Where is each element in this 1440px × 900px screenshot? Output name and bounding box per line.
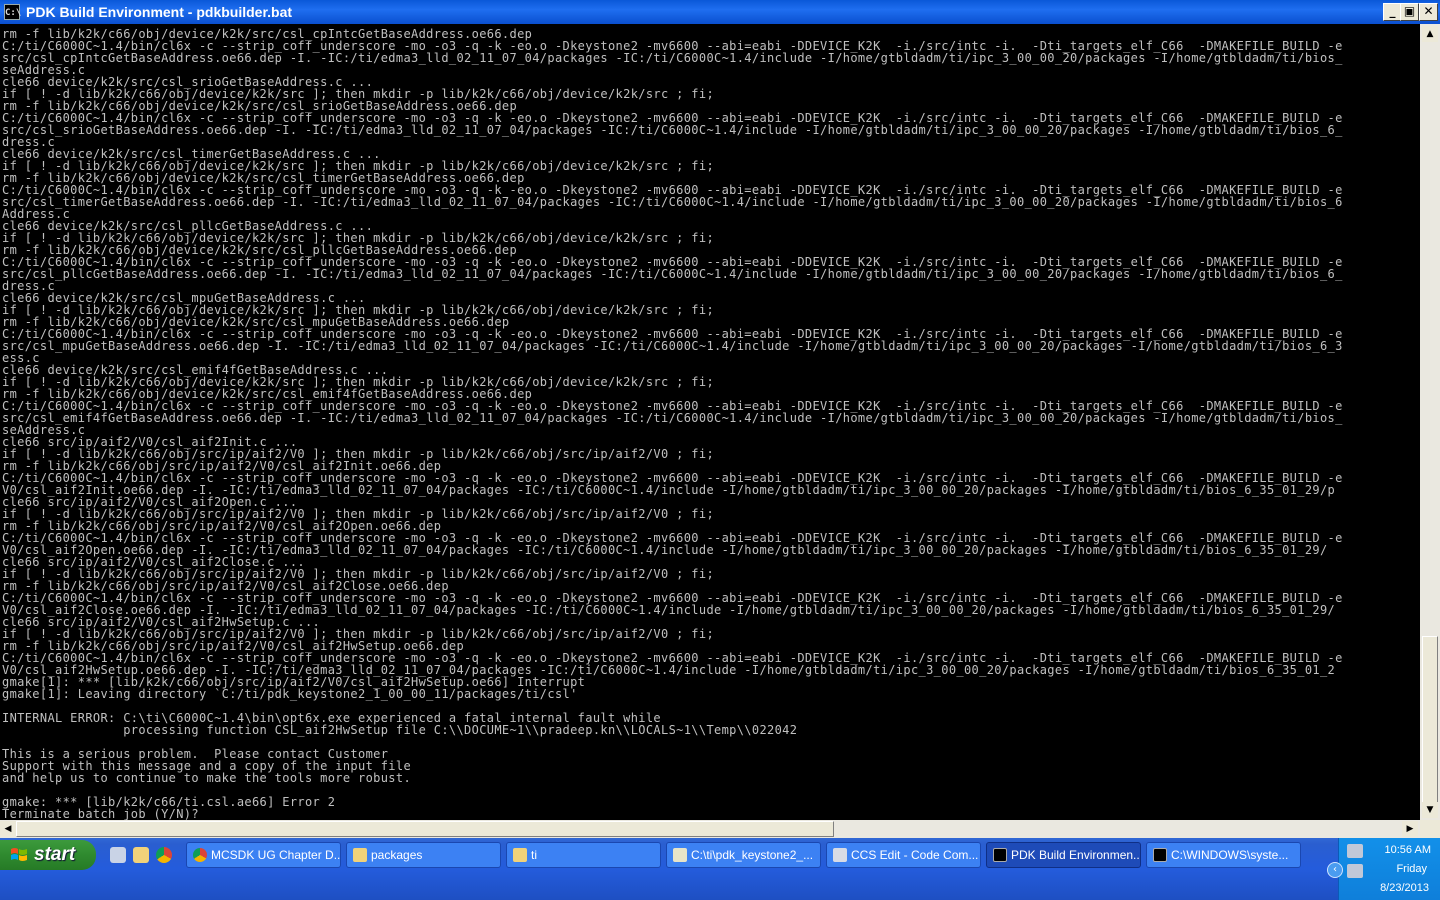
scroll-right-icon[interactable]: ▶ (1402, 821, 1418, 837)
start-label: start (34, 844, 76, 865)
folder-icon (353, 848, 367, 862)
windows-logo-icon (11, 848, 27, 861)
scroll-left-icon[interactable]: ◀ (0, 821, 16, 837)
system-tray: ‹ 10:56 AM Friday 8/23/2013 (1327, 838, 1440, 900)
cmd-icon (1153, 848, 1167, 862)
folder-icon[interactable] (133, 847, 149, 863)
task-label: CCS Edit - Code Com... (851, 848, 979, 862)
notepad-icon (673, 848, 687, 862)
task-button-pdk-build[interactable]: PDK Build Environmen... (986, 842, 1141, 868)
task-label: C:\ti\pdk_keystone2_... (691, 848, 814, 862)
clock-date: 8/23/2013 (1380, 882, 1429, 894)
window-title: PDK Build Environment - pdkbuilder.bat (26, 4, 293, 20)
horizontal-scrollbar[interactable]: ◀ ▶ (0, 820, 1420, 838)
title-bar[interactable]: C:\ PDK Build Environment - pdkbuilder.b… (0, 0, 1440, 24)
clock-time[interactable]: 10:56 AM (1339, 844, 1440, 856)
task-button-ti[interactable]: ti (506, 842, 661, 868)
clock-day: Friday (1396, 863, 1427, 875)
scroll-down-icon[interactable]: ▼ (1422, 802, 1438, 818)
task-button-chrome[interactable]: MCSDK UG Chapter D... (186, 842, 341, 868)
task-label: packages (371, 848, 423, 862)
task-label: PDK Build Environmen... (1011, 848, 1141, 862)
horizontal-scroll-thumb[interactable] (16, 821, 834, 837)
task-button-packages[interactable]: packages (346, 842, 501, 868)
close-button[interactable]: ✕ (1419, 3, 1438, 21)
scrollbar-corner (1420, 820, 1440, 838)
maximize-button[interactable]: ▣ (1400, 3, 1419, 21)
console-text: rm -f lib/k2k/c66/obj/device/k2k/src/csl… (2, 27, 1343, 820)
task-label: ti (531, 848, 537, 862)
cube-icon[interactable] (110, 847, 126, 863)
task-label: MCSDK UG Chapter D... (211, 848, 341, 862)
taskbar: start MCSDK UG Chapter D... packages ti … (0, 838, 1440, 900)
task-label: C:\WINDOWS\syste... (1171, 848, 1289, 862)
task-button-notepad[interactable]: C:\ti\pdk_keystone2_... (666, 842, 821, 868)
folder-icon (513, 848, 527, 862)
vertical-scrollbar[interactable]: ▲ ▼ (1420, 24, 1440, 820)
scroll-up-icon[interactable]: ▲ (1422, 26, 1438, 42)
vertical-scroll-thumb[interactable] (1422, 636, 1438, 806)
ccs-icon (833, 848, 847, 862)
chrome-icon (193, 848, 207, 862)
task-button-cmd[interactable]: C:\WINDOWS\syste... (1146, 842, 1301, 868)
cmd-icon (993, 848, 1007, 862)
console-output[interactable]: rm -f lib/k2k/c66/obj/device/k2k/src/csl… (0, 24, 1420, 820)
start-button[interactable]: start (0, 840, 96, 870)
cmd-icon: C:\ (4, 4, 21, 20)
chrome-icon[interactable] (156, 847, 172, 863)
task-button-ccs[interactable]: CCS Edit - Code Com... (826, 842, 981, 868)
